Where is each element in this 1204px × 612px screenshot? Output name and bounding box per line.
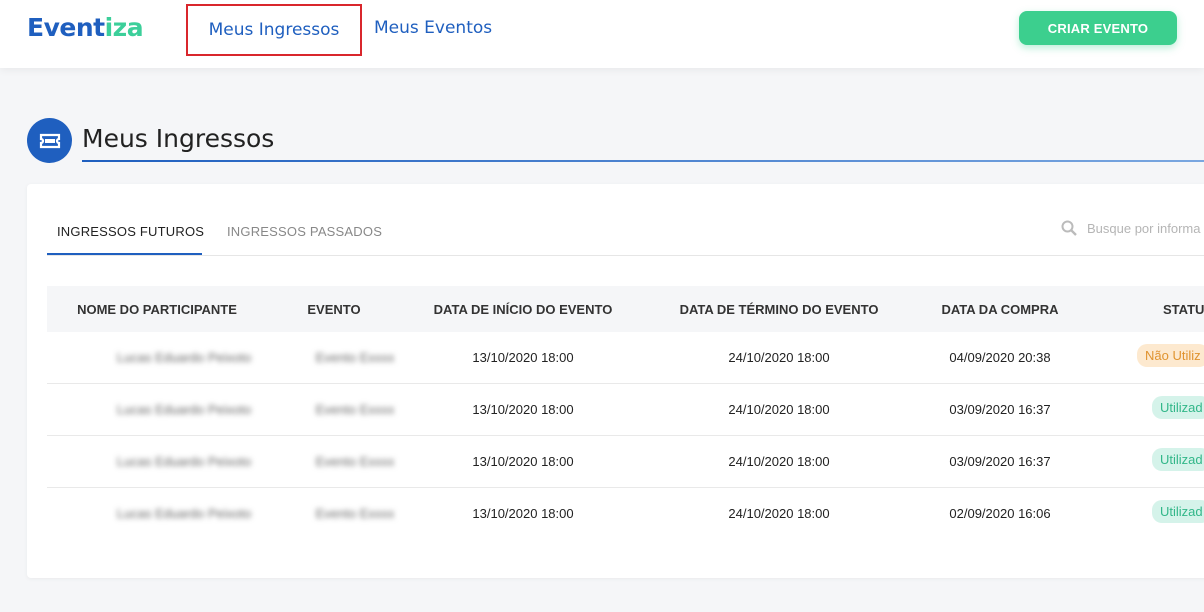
event-name: Evento Exxxx — [315, 506, 395, 521]
tab-past-tickets[interactable]: INGRESSOS PASSADOS — [227, 224, 382, 239]
start-date: 13/10/2020 18:00 — [472, 454, 574, 469]
status-badge: Utilizad — [1152, 396, 1204, 419]
col-header-purchase-date[interactable]: DATA DA COMPRA — [942, 302, 1059, 317]
table-row[interactable]: Lucas Eduardo Peixoto Evento Exxxx 13/10… — [47, 436, 1204, 488]
end-date: 24/10/2020 18:00 — [728, 402, 830, 417]
table-row[interactable]: Lucas Eduardo Peixoto Evento Exxxx 13/10… — [47, 488, 1204, 540]
tabs-divider — [47, 255, 1204, 256]
search-field[interactable]: Busque por informa — [1061, 220, 1200, 236]
search-input[interactable]: Busque por informa — [1087, 221, 1200, 236]
purchase-date: 04/09/2020 20:38 — [949, 350, 1051, 365]
end-date: 24/10/2020 18:00 — [728, 454, 830, 469]
top-navbar: Eventiza Meus Ingressos Meus Eventos CRI… — [0, 0, 1204, 68]
col-header-participant[interactable]: NOME DO PARTICIPANTE — [77, 302, 237, 317]
table-row[interactable]: Lucas Eduardo Peixoto Evento Exxxx 13/10… — [47, 332, 1204, 384]
purchase-date: 03/09/2020 16:37 — [949, 402, 1051, 417]
event-name: Evento Exxxx — [315, 350, 395, 365]
brand-logo-part1: Event — [27, 13, 105, 42]
start-date: 13/10/2020 18:00 — [472, 402, 574, 417]
purchase-date: 03/09/2020 16:37 — [949, 454, 1051, 469]
col-header-event[interactable]: EVENTO — [307, 302, 360, 317]
table-header: NOME DO PARTICIPANTE EVENTO DATA DE INÍC… — [47, 286, 1204, 332]
tab-future-tickets[interactable]: INGRESSOS FUTUROS — [57, 224, 204, 239]
status-badge: Utilizad — [1152, 500, 1204, 523]
col-header-status[interactable]: STATUS DO IN — [1163, 302, 1204, 317]
table-row[interactable]: Lucas Eduardo Peixoto Evento Exxxx 13/10… — [47, 384, 1204, 436]
participant-name: Lucas Eduardo Peixoto — [116, 506, 252, 521]
event-name: Evento Exxxx — [315, 454, 395, 469]
status-badge: Não Utiliz — [1137, 344, 1204, 367]
nav-link-meus-ingressos[interactable]: Meus Ingressos — [186, 4, 362, 56]
nav-link-meus-eventos[interactable]: Meus Eventos — [374, 18, 492, 38]
end-date: 24/10/2020 18:00 — [728, 350, 830, 365]
title-underline — [82, 160, 1204, 162]
start-date: 13/10/2020 18:00 — [472, 350, 574, 365]
event-name: Evento Exxxx — [315, 402, 395, 417]
search-icon — [1061, 220, 1077, 236]
ticket-icon — [27, 118, 72, 163]
status-badge: Utilizad — [1152, 448, 1204, 471]
brand-logo-part2: iza — [104, 13, 144, 42]
brand-logo[interactable]: Eventiza — [27, 13, 144, 42]
create-event-button[interactable]: CRIAR EVENTO — [1019, 11, 1177, 45]
participant-name: Lucas Eduardo Peixoto — [116, 402, 252, 417]
end-date: 24/10/2020 18:00 — [728, 506, 830, 521]
start-date: 13/10/2020 18:00 — [472, 506, 574, 521]
tickets-card: INGRESSOS FUTUROS INGRESSOS PASSADOS Bus… — [27, 184, 1204, 578]
col-header-end-date[interactable]: DATA DE TÉRMINO DO EVENTO — [680, 302, 879, 317]
participant-name: Lucas Eduardo Peixoto — [116, 350, 252, 365]
participant-name: Lucas Eduardo Peixoto — [116, 454, 252, 469]
col-header-start-date[interactable]: DATA DE INÍCIO DO EVENTO — [434, 302, 613, 317]
purchase-date: 02/09/2020 16:06 — [949, 506, 1051, 521]
page-title: Meus Ingressos — [82, 124, 275, 153]
